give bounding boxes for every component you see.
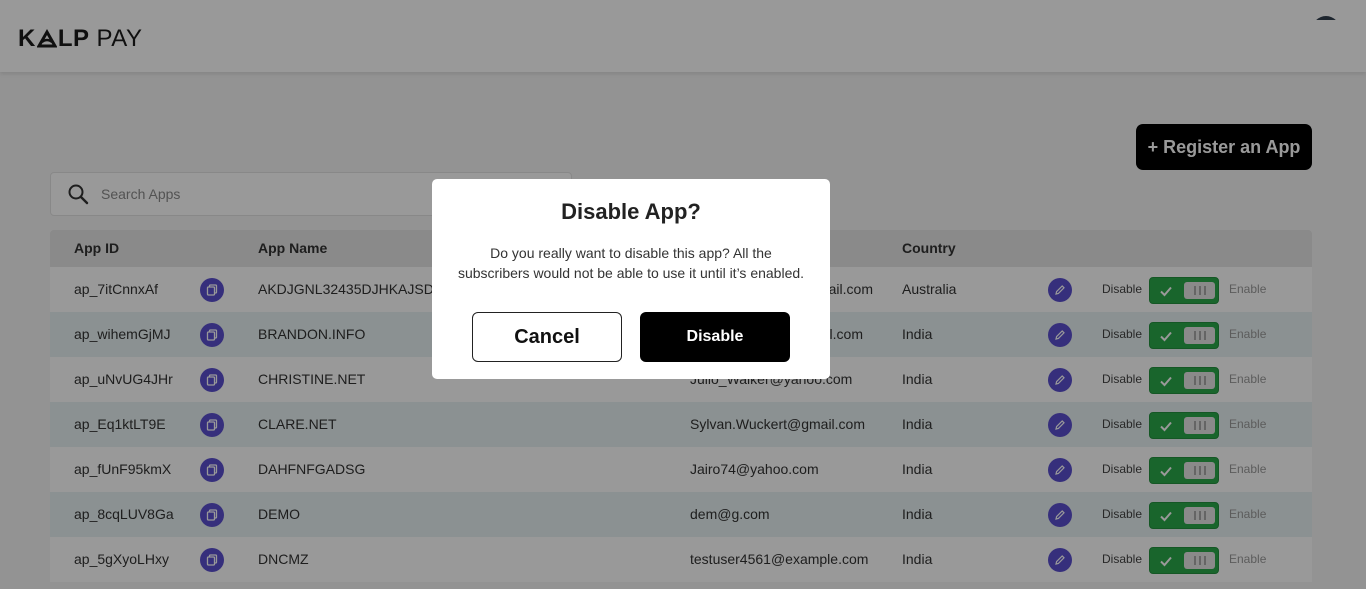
dialog-title: Disable App? [561, 199, 701, 224]
dialog-message: Do you really want to disable this app? … [457, 245, 805, 281]
disable-app-dialog: Disable App? Do you really want to disab… [432, 179, 830, 379]
confirm-disable-button[interactable]: Disable [640, 312, 790, 362]
cancel-button[interactable]: Cancel [472, 312, 622, 362]
